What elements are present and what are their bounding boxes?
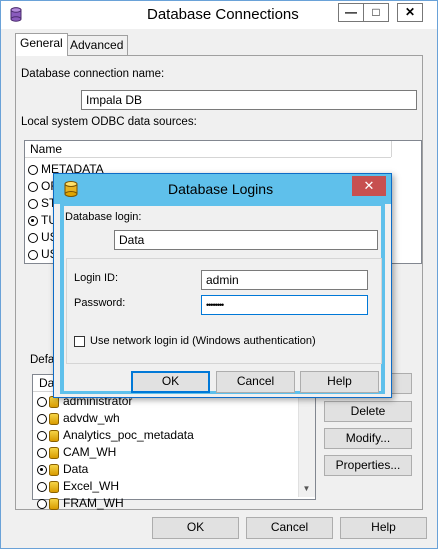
radio-icon[interactable] xyxy=(37,413,47,424)
database-icon xyxy=(49,412,59,425)
dialog-help-button[interactable]: Help xyxy=(300,371,379,393)
default-database-name: FRAM_WH xyxy=(63,496,124,511)
default-database-name: Excel_WH xyxy=(63,479,120,494)
minimize-icon: — xyxy=(345,5,357,19)
tab-advanced-label: Advanced xyxy=(70,38,124,52)
network-login-checkbox[interactable] xyxy=(74,336,85,347)
login-id-label: Login ID: xyxy=(74,272,119,284)
default-database-name: Data xyxy=(63,462,89,477)
login-id-input[interactable]: admin xyxy=(201,270,368,290)
default-database-name: advdw_wh xyxy=(63,411,120,426)
default-database-name: CAM_WH xyxy=(63,445,117,460)
dialog-ok-button[interactable]: OK xyxy=(131,371,210,393)
cancel-button[interactable]: Cancel xyxy=(246,517,333,539)
dialog-close-button[interactable]: ✕ xyxy=(352,176,386,196)
dialog-title-bar[interactable]: Database Logins ✕ xyxy=(54,174,391,204)
radio-icon[interactable] xyxy=(37,430,47,441)
close-icon: ✕ xyxy=(404,5,416,19)
tab-general-label: General xyxy=(20,36,63,50)
database-icon xyxy=(49,480,59,493)
dialog-body: Database login: Data Login ID: admin Pas… xyxy=(64,206,382,393)
database-icon xyxy=(49,497,59,510)
database-icon xyxy=(49,446,59,459)
tab-general[interactable]: General xyxy=(15,33,68,56)
delete-button[interactable]: Delete xyxy=(324,401,412,422)
password-label: Password: xyxy=(74,297,126,309)
default-database-row[interactable]: advdw_wh xyxy=(37,410,287,427)
close-icon: ✕ xyxy=(363,178,375,193)
default-rows: administrator advdw_wh Analytics_poc_metad… xyxy=(37,393,287,512)
radio-icon[interactable] xyxy=(37,447,47,458)
scroll-down-icon[interactable]: ▼ xyxy=(299,481,314,496)
connection-name-label: Database connection name: xyxy=(21,68,165,80)
database-login-label: Database login: xyxy=(65,211,142,223)
radio-icon[interactable] xyxy=(28,181,38,192)
help-button[interactable]: Help xyxy=(340,517,427,539)
default-group-label: Defa xyxy=(30,354,55,366)
database-login-field[interactable]: Data xyxy=(114,230,378,250)
close-button[interactable]: ✕ xyxy=(397,3,423,22)
default-database-name: Analytics_poc_metadata xyxy=(63,428,194,443)
database-icon xyxy=(64,181,78,200)
properties-button[interactable]: Properties... xyxy=(324,455,412,476)
radio-icon[interactable] xyxy=(28,164,38,175)
header-divider xyxy=(391,141,392,157)
connection-name-input[interactable]: Impala DB xyxy=(81,90,417,110)
dialog-title: Database Logins xyxy=(168,181,274,197)
odbc-name-column-header[interactable]: Name xyxy=(30,142,62,156)
radio-icon[interactable] xyxy=(28,198,38,209)
database-icon xyxy=(49,429,59,442)
radio-icon[interactable] xyxy=(28,215,38,226)
radio-icon[interactable] xyxy=(37,464,47,475)
radio-icon[interactable] xyxy=(28,249,38,260)
radio-icon[interactable] xyxy=(28,232,38,243)
minimize-button[interactable]: — xyxy=(338,3,364,22)
network-login-label[interactable]: Use network login id (Windows authentica… xyxy=(90,335,316,347)
default-database-row[interactable]: Data xyxy=(37,461,287,478)
radio-icon[interactable] xyxy=(37,498,47,509)
database-icon xyxy=(49,463,59,476)
tab-advanced[interactable]: Advanced xyxy=(65,35,129,55)
radio-icon[interactable] xyxy=(37,396,47,407)
window-title: Database Connections xyxy=(147,6,299,23)
dialog-cancel-button[interactable]: Cancel xyxy=(216,371,295,393)
database-icon xyxy=(10,7,22,22)
title-bar[interactable]: Database Connections — □ ✕ xyxy=(1,1,437,29)
modify-button[interactable]: Modify... xyxy=(324,428,412,449)
default-database-row[interactable]: Analytics_poc_metadata xyxy=(37,427,287,444)
ok-button[interactable]: OK xyxy=(152,517,239,539)
odbc-list-header[interactable]: Name xyxy=(25,141,391,158)
default-database-row[interactable]: FRAM_WH xyxy=(37,495,287,512)
radio-icon[interactable] xyxy=(37,481,47,492)
dialog-body-frame: Database login: Data Login ID: admin Pas… xyxy=(60,204,385,394)
password-input[interactable]: •••••••• xyxy=(201,295,368,315)
maximize-icon: □ xyxy=(372,5,380,19)
default-database-row[interactable]: Excel_WH xyxy=(37,478,287,495)
default-database-row[interactable]: CAM_WH xyxy=(37,444,287,461)
odbc-sources-label: Local system ODBC data sources: xyxy=(21,116,197,128)
database-logins-dialog: Database Logins ✕ Database login: Data L… xyxy=(53,173,392,398)
maximize-button[interactable]: □ xyxy=(363,3,389,22)
